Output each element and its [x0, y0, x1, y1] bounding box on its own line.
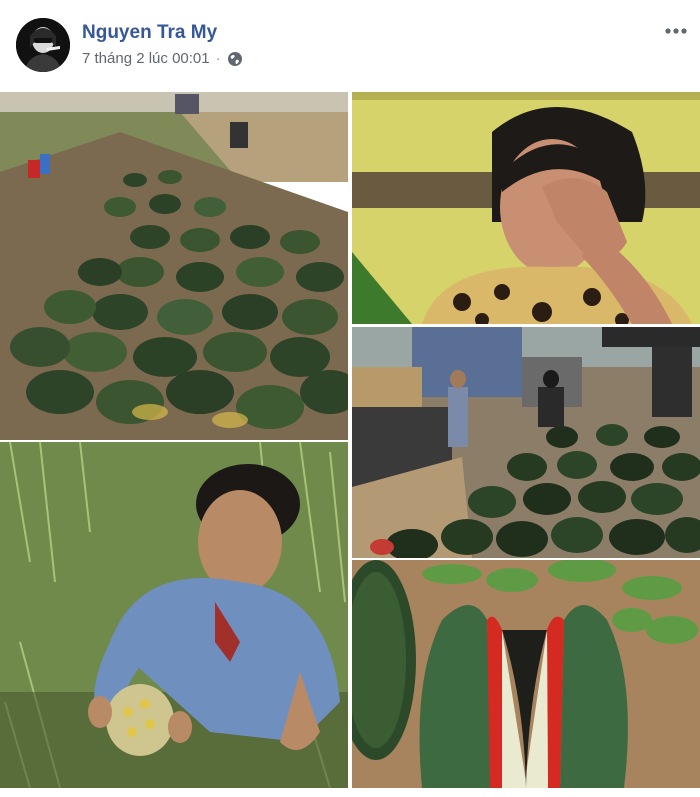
author-name[interactable]: Nguyen Tra My	[82, 22, 217, 44]
photo-woman-crying[interactable]	[352, 92, 700, 324]
photo-watermelon-pile[interactable]	[0, 92, 348, 440]
post-meta: 7 tháng 2 lúc 00:01 ·	[82, 50, 243, 67]
photo-man-crying[interactable]	[0, 442, 348, 788]
more-options-icon[interactable]	[662, 20, 690, 42]
post-timestamp[interactable]: 7 tháng 2 lúc 00:01	[82, 50, 210, 67]
globe-icon[interactable]	[227, 51, 243, 67]
photo-watermelon-split[interactable]	[352, 560, 700, 788]
meta-separator: ·	[215, 50, 221, 67]
avatar[interactable]	[16, 18, 70, 72]
post-header: Nguyen Tra My 7 tháng 2 lúc 00:01 ·	[0, 0, 700, 90]
photo-workers-truck[interactable]	[352, 327, 700, 558]
